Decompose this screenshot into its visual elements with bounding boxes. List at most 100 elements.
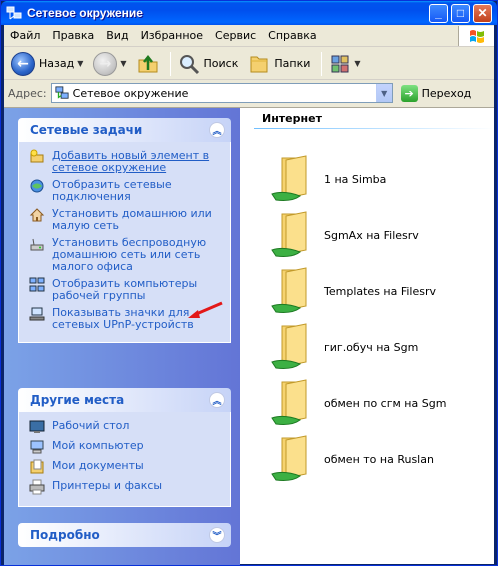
views-dropdown-icon[interactable]: ▼ xyxy=(354,59,360,68)
network-share-item[interactable]: Templates на Filesrv xyxy=(270,266,436,316)
task-wireless-network[interactable]: Установить беспроводную домашнюю сеть ил… xyxy=(29,237,224,273)
back-arrow-icon: ← xyxy=(11,51,35,76)
details-title: Подробно xyxy=(30,528,100,542)
place-my-computer[interactable]: Мой компьютер xyxy=(29,440,224,455)
file-list: Интернет 1 на Simba SgmAx на Filesrv Tem… xyxy=(240,108,494,565)
share-label: 1 на Simba xyxy=(324,172,387,186)
windows-logo-icon xyxy=(458,25,494,46)
collapse-chevron-icon[interactable]: ︽ xyxy=(209,122,225,138)
my-documents-icon xyxy=(30,459,44,474)
place-my-documents[interactable]: Мои документы xyxy=(29,459,224,475)
address-field[interactable]: Сетевое окружение ▼ xyxy=(50,83,393,103)
place-desktop[interactable]: Рабочий стол xyxy=(29,420,224,435)
place-label: Принтеры и факсы xyxy=(52,479,163,492)
task-workgroup-computers[interactable]: Отобразить компьютеры рабочей группы xyxy=(29,277,224,302)
desktop-icon xyxy=(29,420,45,433)
folders-label: Папки xyxy=(274,57,311,70)
up-folder-button[interactable] xyxy=(134,50,162,78)
workgroup-computers-icon xyxy=(29,277,45,292)
search-button[interactable]: Поиск xyxy=(175,50,242,78)
place-label: Рабочий стол xyxy=(52,419,130,432)
share-label: гиг.обуч на Sgm xyxy=(324,340,419,354)
group-divider xyxy=(254,128,494,129)
back-dropdown-icon[interactable]: ▼ xyxy=(77,59,83,68)
network-share-item[interactable]: обмен по сгм на Sgm xyxy=(270,378,446,428)
home-network-icon xyxy=(29,208,45,222)
other-places-header[interactable]: Другие места ︽ xyxy=(18,388,231,412)
network-share-item[interactable]: обмен то на Ruslan xyxy=(270,434,434,484)
task-label: Отобразить сетевые подключения xyxy=(52,178,172,203)
toolbar: ← Назад ▼ → ▼ Поиск Папки ▼ xyxy=(4,48,494,80)
menu-tools[interactable]: Сервис xyxy=(209,29,262,42)
task-network-connections[interactable]: Отобразить сетевые подключения xyxy=(29,179,224,203)
network-folder-icon xyxy=(271,323,307,369)
title-bar[interactable]: Сетевое окружение _ □ ✕ xyxy=(1,1,497,25)
address-dropdown-icon[interactable]: ▼ xyxy=(375,84,392,102)
group-header-internet: Интернет xyxy=(262,112,322,125)
other-places-body: Рабочий стол Мой компьютер Мои документы… xyxy=(18,412,231,507)
annotation-arrow-icon xyxy=(188,301,223,318)
printers-icon xyxy=(29,479,45,495)
network-tasks-header[interactable]: Сетевые задачи ︽ xyxy=(18,118,231,142)
search-icon xyxy=(179,54,199,74)
other-places-title: Другие места xyxy=(30,393,125,407)
menu-favorites[interactable]: Избранное xyxy=(135,29,209,42)
address-bar: Адрес: Сетевое окружение ▼ ➔ Переход xyxy=(4,81,494,105)
menu-file[interactable]: Файл xyxy=(4,29,46,42)
task-home-network[interactable]: Установить домашнюю или малую сеть xyxy=(29,208,224,232)
network-folder-icon xyxy=(271,211,307,257)
forward-button[interactable]: → ▼ xyxy=(90,50,129,78)
details-header[interactable]: Подробно ︾ xyxy=(18,523,231,547)
place-printers[interactable]: Принтеры и факсы xyxy=(29,479,224,495)
network-share-item[interactable]: SgmAx на Filesrv xyxy=(270,210,419,260)
back-button[interactable]: ← Назад ▼ xyxy=(8,50,86,78)
forward-arrow-icon: → xyxy=(93,51,118,76)
menu-help[interactable]: Справка xyxy=(262,29,322,42)
task-label: Отобразить компьютеры рабочей группы xyxy=(52,277,198,302)
expand-chevron-icon[interactable]: ︾ xyxy=(209,527,225,543)
network-folder-icon xyxy=(271,267,307,313)
search-label: Поиск xyxy=(203,57,239,70)
menu-edit[interactable]: Правка xyxy=(46,29,100,42)
my-computer-icon xyxy=(30,440,44,454)
share-label: Templates на Filesrv xyxy=(324,284,437,298)
upnp-icon xyxy=(29,307,45,321)
menu-bar: Файл Правка Вид Избранное Сервис Справка xyxy=(4,25,494,47)
network-share-item[interactable]: гиг.обуч на Sgm xyxy=(270,322,418,372)
minimize-button[interactable]: _ xyxy=(429,3,448,23)
task-pane: Сетевые задачи ︽ Добавить новый элемент … xyxy=(4,108,240,565)
toolbar-separator xyxy=(169,51,171,76)
main-area: Сетевые задачи ︽ Добавить новый элемент … xyxy=(4,107,494,565)
views-button[interactable]: ▼ xyxy=(326,50,363,78)
address-label: Адрес: xyxy=(8,86,47,100)
close-button[interactable]: ✕ xyxy=(473,3,492,23)
share-label: обмен по сгм на Sgm xyxy=(324,396,447,410)
network-folder-icon xyxy=(271,379,307,425)
task-label: Установить беспроводную домашнюю сеть ил… xyxy=(52,236,207,273)
task-label: Добавить новый элемент в сетевое окружен… xyxy=(52,149,210,174)
network-share-item[interactable]: 1 на Simba xyxy=(270,154,386,204)
network-folder-icon xyxy=(271,435,307,481)
address-value: Сетевое окружение xyxy=(72,86,189,100)
collapse-chevron-icon[interactable]: ︽ xyxy=(209,392,225,408)
task-label: Установить домашнюю или малую сеть xyxy=(52,207,212,232)
network-tasks-title: Сетевые задачи xyxy=(30,123,143,137)
toolbar-separator xyxy=(321,51,323,76)
up-folder-icon xyxy=(138,54,158,72)
wireless-network-icon xyxy=(30,238,44,251)
maximize-button[interactable]: □ xyxy=(451,3,470,23)
place-label: Мои документы xyxy=(52,459,144,472)
back-label: Назад xyxy=(39,57,75,70)
menu-view[interactable]: Вид xyxy=(100,29,134,42)
folders-icon xyxy=(250,56,268,72)
folders-button[interactable]: Папки xyxy=(245,50,313,78)
explorer-window: Сетевое окружение _ □ ✕ Файл Правка Вид … xyxy=(0,0,498,566)
network-folder-icon xyxy=(271,155,307,201)
network-places-icon xyxy=(6,6,22,20)
window-title: Сетевое окружение xyxy=(27,6,143,20)
task-add-network-place[interactable]: Добавить новый элемент в сетевое окружен… xyxy=(29,149,224,174)
forward-dropdown-icon[interactable]: ▼ xyxy=(120,59,126,68)
add-network-place-icon xyxy=(30,149,44,163)
place-label: Мой компьютер xyxy=(52,439,144,452)
go-button[interactable]: ➔ Переход xyxy=(400,84,471,102)
